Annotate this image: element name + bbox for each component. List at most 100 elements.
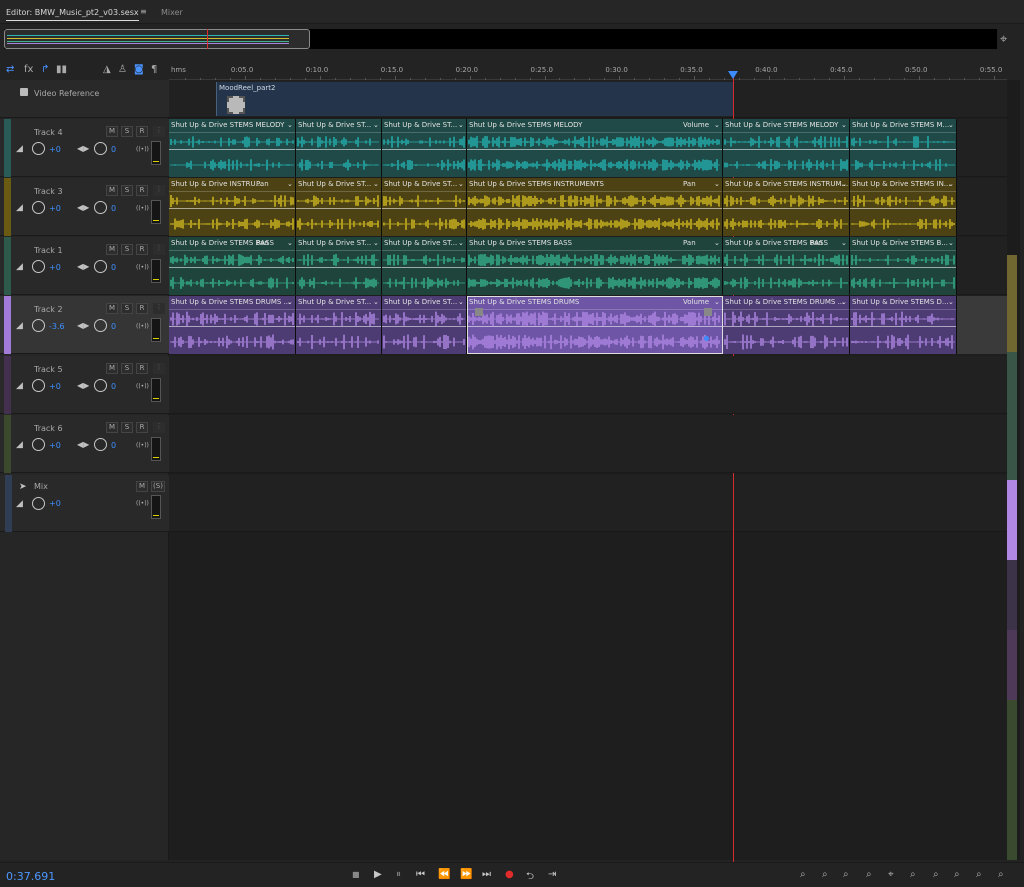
- mix-mute-button[interactable]: M: [136, 481, 148, 492]
- mix-solo-button[interactable]: (S): [151, 481, 165, 492]
- clip-dropdown-icon[interactable]: ⌄: [841, 180, 847, 188]
- clip-dropdown-icon[interactable]: ⌄: [714, 239, 720, 247]
- volume-knob[interactable]: [32, 201, 45, 214]
- clip-dropdown-icon[interactable]: ⌄: [714, 121, 720, 129]
- clip-dropdown-icon[interactable]: ⌄: [948, 239, 954, 247]
- audio-clip[interactable]: Shut Up & Drive ST... ⌄: [296, 178, 382, 236]
- mute-button[interactable]: M: [106, 363, 118, 374]
- volume-value[interactable]: +0: [49, 145, 61, 154]
- mix-lane[interactable]: [169, 475, 1007, 532]
- audio-clip[interactable]: Shut Up & Drive ST... ⌄: [296, 237, 382, 295]
- audio-clip[interactable]: Shut Up & Drive STEMS DRUMS ... ⌄: [169, 296, 296, 354]
- clip-dropdown-icon[interactable]: ⌄: [714, 298, 720, 306]
- record-arm-button[interactable]: R: [136, 126, 148, 137]
- track-name[interactable]: Track 1: [34, 246, 63, 255]
- clip-dropdown-icon[interactable]: ⌄: [287, 121, 293, 129]
- mute-button[interactable]: M: [106, 422, 118, 433]
- solo-button[interactable]: S: [121, 244, 133, 255]
- track-name[interactable]: Track 6: [34, 424, 63, 433]
- clip-dropdown-icon[interactable]: ⌄: [841, 298, 847, 306]
- clip-dropdown-icon[interactable]: ⌄: [948, 121, 954, 129]
- solo-button[interactable]: S: [121, 126, 133, 137]
- zoom-button-8[interactable]: ⌕: [954, 869, 960, 880]
- audio-clip[interactable]: Shut Up & Drive STEMS D... ⌄: [850, 296, 957, 354]
- clip-dropdown-icon[interactable]: ⌄: [373, 180, 379, 188]
- scroller-track-3[interactable]: [1007, 255, 1017, 352]
- volume-value[interactable]: -3.6: [49, 322, 65, 331]
- pan-knob[interactable]: [94, 260, 107, 273]
- pause-button[interactable]: ⏸: [396, 869, 401, 880]
- pan-value[interactable]: 0: [111, 322, 116, 331]
- volume-knob[interactable]: [32, 319, 45, 332]
- clip-dropdown-icon[interactable]: ⌄: [287, 298, 293, 306]
- mute-button[interactable]: M: [106, 303, 118, 314]
- clip-param-label[interactable]: Pan: [683, 180, 696, 188]
- audio-clip[interactable]: Shut Up & Drive STEMS MELODY ⌄: [723, 119, 850, 177]
- clip-dropdown-icon[interactable]: ⌄: [373, 239, 379, 247]
- zoom-button-3[interactable]: ⌕: [843, 869, 849, 880]
- mix-volume-value[interactable]: +0: [49, 499, 61, 508]
- track-name[interactable]: Track 5: [34, 365, 63, 374]
- clip-dropdown-icon[interactable]: ⌄: [841, 239, 847, 247]
- track-lane-t5[interactable]: [169, 356, 1007, 414]
- pan-value[interactable]: 0: [111, 145, 116, 154]
- zoom-button-5[interactable]: ⌖: [888, 869, 894, 880]
- track-menu-button[interactable]: ⋮: [153, 303, 165, 314]
- time-ruler[interactable]: hms: [169, 62, 1007, 80]
- audio-clip[interactable]: Shut Up & Drive ST... ⌄: [296, 296, 382, 354]
- audio-clip[interactable]: Shut Up & Drive STEMS BASS Pan ⌄: [723, 237, 850, 295]
- video-clip[interactable]: MoodReel_part2: [216, 82, 733, 116]
- panel-menu-icon[interactable]: ≡: [140, 7, 147, 16]
- fast-forward-button[interactable]: ⏩: [460, 869, 472, 880]
- audio-clip[interactable]: Shut Up & Drive STEMS BASS Pan ⌄: [467, 237, 723, 295]
- track-lane-t4[interactable]: Shut Up & Drive STEMS MELODY ⌄ Shut Up & D…: [169, 119, 1007, 177]
- tab-mixer[interactable]: Mixer: [161, 8, 183, 17]
- track-menu-button[interactable]: ⋮: [153, 363, 165, 374]
- pan-knob[interactable]: [94, 201, 107, 214]
- volume-knob[interactable]: [32, 260, 45, 273]
- audio-clip[interactable]: Shut Up & Drive STEMS M... ⌄: [850, 119, 957, 177]
- clip-dropdown-icon[interactable]: ⌄: [458, 239, 464, 247]
- input-icon[interactable]: ((•)): [136, 264, 149, 271]
- volume-knob[interactable]: [32, 142, 45, 155]
- clip-dropdown-icon[interactable]: ⌄: [458, 121, 464, 129]
- fx-icon[interactable]: fx: [24, 64, 33, 75]
- scroller-mix[interactable]: [1007, 700, 1017, 860]
- record-arm-button[interactable]: R: [136, 244, 148, 255]
- solo-button[interactable]: S: [121, 303, 133, 314]
- audio-clip[interactable]: Shut Up & Drive STEMS B... ⌄: [850, 237, 957, 295]
- mix-volume-knob[interactable]: [32, 497, 45, 510]
- track-name[interactable]: Track 3: [34, 187, 63, 196]
- solo-button[interactable]: S: [121, 422, 133, 433]
- video-lane[interactable]: MoodReel_part2: [169, 80, 1007, 118]
- track-lane-t3[interactable]: Shut Up & Drive INSTRU... Pan ⌄ Shut Up & D…: [169, 178, 1007, 236]
- volume-knob[interactable]: [32, 379, 45, 392]
- clip-param-label[interactable]: Volume: [683, 121, 709, 129]
- eq-icon[interactable]: ▮▮: [56, 64, 67, 75]
- audio-clip[interactable]: Shut Up & Drive STEMS INSTRUM... ⌄: [723, 178, 850, 236]
- track-menu-button[interactable]: ⋮: [153, 126, 165, 137]
- audio-clip[interactable]: Shut Up & Drive STEMS MELODY ⌄: [169, 119, 296, 177]
- skip-selection-button[interactable]: ⇥: [548, 869, 556, 880]
- headphones-icon[interactable]: ◙: [134, 64, 144, 75]
- clip-param-label[interactable]: Pan: [256, 180, 269, 188]
- audio-clip[interactable]: Shut Up & Drive ST... ⌄: [382, 119, 467, 177]
- input-icon[interactable]: ((•)): [136, 383, 149, 390]
- audio-clip[interactable]: Shut Up & Drive ST... ⌄: [382, 178, 467, 236]
- go-to-end-button[interactable]: ⏭: [482, 869, 491, 880]
- zoom-button-4[interactable]: ⌕: [866, 869, 872, 880]
- input-icon[interactable]: ((•)): [136, 146, 149, 153]
- zoom-button-2[interactable]: ⌕: [822, 869, 828, 880]
- pan-knob[interactable]: [94, 438, 107, 451]
- pan-knob[interactable]: [94, 379, 107, 392]
- volume-keyframe[interactable]: [704, 336, 709, 341]
- zoom-button-7[interactable]: ⌕: [933, 869, 939, 880]
- person-icon[interactable]: ♙: [118, 64, 127, 75]
- tab-editor[interactable]: Editor: BMW_Music_pt2_v03.sesx: [6, 8, 139, 21]
- clip-dropdown-icon[interactable]: ⌄: [458, 298, 464, 306]
- audio-clip[interactable]: Shut Up & Drive STEMS DRUMS Volume ⌄: [467, 296, 723, 354]
- send-icon[interactable]: ↱: [41, 64, 49, 75]
- input-icon[interactable]: ((•)): [136, 205, 149, 212]
- record-arm-button[interactable]: R: [136, 422, 148, 433]
- audio-clip[interactable]: Shut Up & Drive INSTRU... Pan ⌄: [169, 178, 296, 236]
